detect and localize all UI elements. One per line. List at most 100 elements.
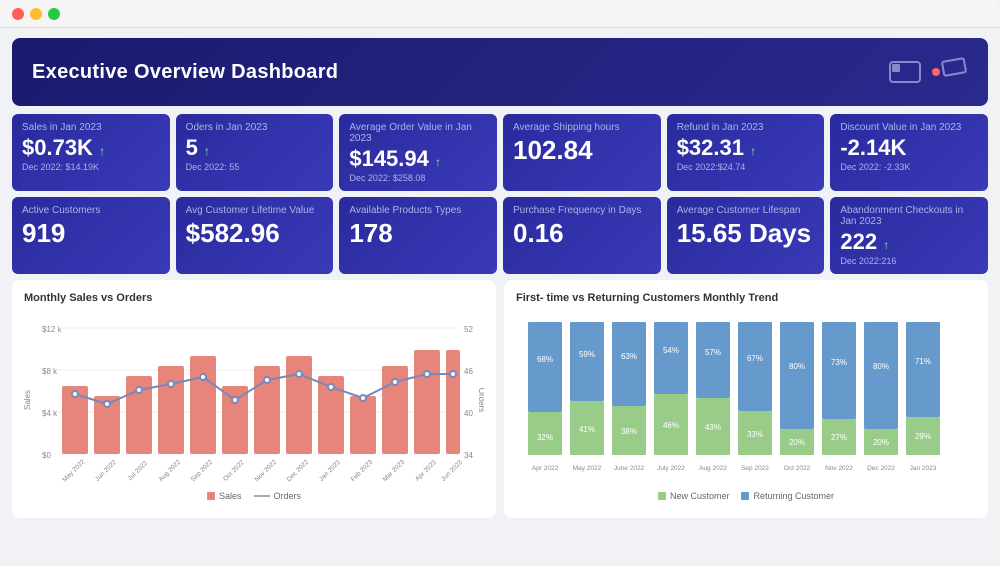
kpi-purchase-freq-label: Purchase Frequency in Days: [513, 205, 651, 216]
svg-text:Jan 2023: Jan 2023: [910, 465, 937, 472]
legend-orders: Orders: [254, 491, 302, 501]
kpi-refund-label: Refund in Jan 2023: [677, 122, 815, 133]
kpi-sales: Sales in Jan 2023 $0.73K ↑ Dec 2022: $14…: [12, 114, 170, 191]
kpi-products-value: 178: [349, 219, 487, 248]
kpi-active-customers-value: 919: [22, 219, 160, 248]
kpi-purchase-freq: Purchase Frequency in Days 0.16: [503, 197, 661, 274]
kpi-clv-value: $582.96: [186, 219, 324, 248]
kpi-lifespan-value: 15.65 Days: [677, 219, 815, 248]
svg-text:Oct 2022: Oct 2022: [784, 465, 811, 472]
legend-returning-color: [741, 492, 749, 500]
kpi-active-customers-label: Active Customers: [22, 205, 160, 216]
svg-text:33%: 33%: [747, 430, 763, 439]
svg-text:Sep 2022: Sep 2022: [190, 459, 215, 484]
svg-text:Sales: Sales: [24, 390, 32, 410]
kpi-row-1: Sales in Jan 2023 $0.73K ↑ Dec 2022: $14…: [12, 114, 988, 191]
svg-text:Dec 2022: Dec 2022: [286, 459, 311, 484]
svg-text:Nov 2022: Nov 2022: [825, 465, 853, 472]
dashboard-header: Executive Overview Dashboard: [12, 38, 988, 106]
window-chrome: [0, 0, 1000, 28]
legend-sales-color: [207, 492, 215, 500]
svg-text:54%: 54%: [663, 346, 679, 355]
kpi-discount: Discount Value in Jan 2023 -2.14K Dec 20…: [830, 114, 988, 191]
svg-text:67%: 67%: [747, 354, 763, 363]
svg-text:Orders: Orders: [477, 388, 484, 412]
kpi-refund-sub: Dec 2022:$24.74: [677, 162, 815, 172]
svg-text:41%: 41%: [579, 425, 595, 434]
svg-text:Aug 2022: Aug 2022: [699, 465, 727, 472]
kpi-purchase-freq-value: 0.16: [513, 219, 651, 248]
svg-text:Sep 2022: Sep 2022: [741, 465, 769, 472]
kpi-shipping: Average Shipping hours 102.84: [503, 114, 661, 191]
svg-text:68%: 68%: [537, 355, 553, 364]
svg-text:29%: 29%: [915, 432, 931, 441]
kpi-discount-label: Discount Value in Jan 2023: [840, 122, 978, 133]
kpi-discount-sub: Dec 2022: -2.33K: [840, 162, 978, 172]
kpi-aov-sub: Dec 2022: $258.08: [349, 173, 487, 183]
kpi-sales-value: $0.73K ↑: [22, 136, 160, 160]
legend-new-color: [658, 492, 666, 500]
kpi-orders: Oders in Jan 2023 5 ↑ Dec 2022: 55: [176, 114, 334, 191]
svg-text:71%: 71%: [915, 357, 931, 366]
svg-text:$0: $0: [42, 451, 51, 460]
legend-new-customer: New Customer: [658, 491, 730, 501]
kpi-products-label: Available Products Types: [349, 205, 487, 216]
svg-text:46%: 46%: [663, 421, 679, 430]
svg-text:43%: 43%: [705, 423, 721, 432]
kpi-shipping-label: Average Shipping hours: [513, 122, 651, 133]
kpi-orders-value: 5 ↑: [186, 136, 324, 160]
customers-legend: New Customer Returning Customer: [516, 491, 976, 501]
svg-text:20%: 20%: [873, 438, 889, 447]
kpi-abandonment-sub: Dec 2022:216: [840, 256, 978, 266]
maximize-button[interactable]: [48, 8, 60, 20]
svg-text:Aug 2022: Aug 2022: [158, 459, 183, 484]
minimize-button[interactable]: [30, 8, 42, 20]
kpi-abandonment-value: 222 ↑: [840, 230, 978, 254]
close-button[interactable]: [12, 8, 24, 20]
svg-text:52: 52: [464, 325, 473, 334]
svg-text:May 2022: May 2022: [61, 458, 86, 483]
svg-text:57%: 57%: [705, 348, 721, 357]
svg-text:80%: 80%: [873, 362, 889, 371]
legend-sales: Sales: [207, 491, 242, 501]
kpi-abandonment-label: Abandonment Checkouts in Jan 2023: [840, 205, 978, 227]
customers-trend-svg: 68% 32% 59% 41% 63% 38% 54%: [516, 312, 976, 487]
svg-text:Jan 2023: Jan 2023: [318, 459, 342, 483]
kpi-aov: Average Order Value in Jan 2023 $145.94 …: [339, 114, 497, 191]
kpi-lifespan: Average Customer Lifespan 15.65 Days: [667, 197, 825, 274]
svg-text:Apr 2022: Apr 2022: [532, 465, 559, 472]
kpi-clv: Avg Customer Lifetime Value $582.96: [176, 197, 334, 274]
svg-text:20%: 20%: [789, 438, 805, 447]
page-title: Executive Overview Dashboard: [32, 61, 338, 84]
legend-new-label: New Customer: [670, 491, 730, 501]
svg-text:27%: 27%: [831, 433, 847, 442]
kpi-active-customers: Active Customers 919: [12, 197, 170, 274]
svg-text:40: 40: [464, 409, 473, 418]
customers-trend-area: 68% 32% 59% 41% 63% 38% 54%: [516, 312, 976, 487]
kpi-shipping-value: 102.84: [513, 136, 651, 165]
svg-text:73%: 73%: [831, 358, 847, 367]
kpi-aov-label: Average Order Value in Jan 2023: [349, 122, 487, 144]
kpi-refund-value: $32.31 ↑: [677, 136, 815, 160]
svg-text:34: 34: [464, 451, 473, 460]
legend-returning-label: Returning Customer: [753, 491, 834, 501]
kpi-orders-label: Oders in Jan 2023: [186, 122, 324, 133]
legend-orders-color: [254, 495, 270, 497]
svg-text:Mar 2023: Mar 2023: [382, 459, 407, 484]
kpi-refund: Refund in Jan 2023 $32.31 ↑ Dec 2022:$24…: [667, 114, 825, 191]
svg-text:59%: 59%: [579, 350, 595, 359]
customers-trend-title: First- time vs Returning Customers Month…: [516, 292, 976, 304]
svg-text:Jul 2022: Jul 2022: [127, 460, 150, 483]
svg-text:Feb 2023: Feb 2023: [350, 459, 375, 484]
kpi-discount-value: -2.14K: [840, 136, 978, 160]
kpi-abandonment: Abandonment Checkouts in Jan 2023 222 ↑ …: [830, 197, 988, 274]
legend-sales-label: Sales: [219, 491, 242, 501]
svg-text:May 2022: May 2022: [573, 465, 602, 472]
sales-orders-area: $12 k $8 k $4 k $0 52 46 40 34: [24, 312, 484, 487]
svg-text:$4 k: $4 k: [42, 409, 58, 418]
svg-text:$12 k: $12 k: [42, 325, 63, 334]
legend-returning-customer: Returning Customer: [741, 491, 834, 501]
sales-orders-legend: Sales Orders: [24, 491, 484, 501]
svg-text:Apr 2023: Apr 2023: [414, 459, 438, 483]
kpi-sales-sub: Dec 2022: $14.19K: [22, 162, 160, 172]
